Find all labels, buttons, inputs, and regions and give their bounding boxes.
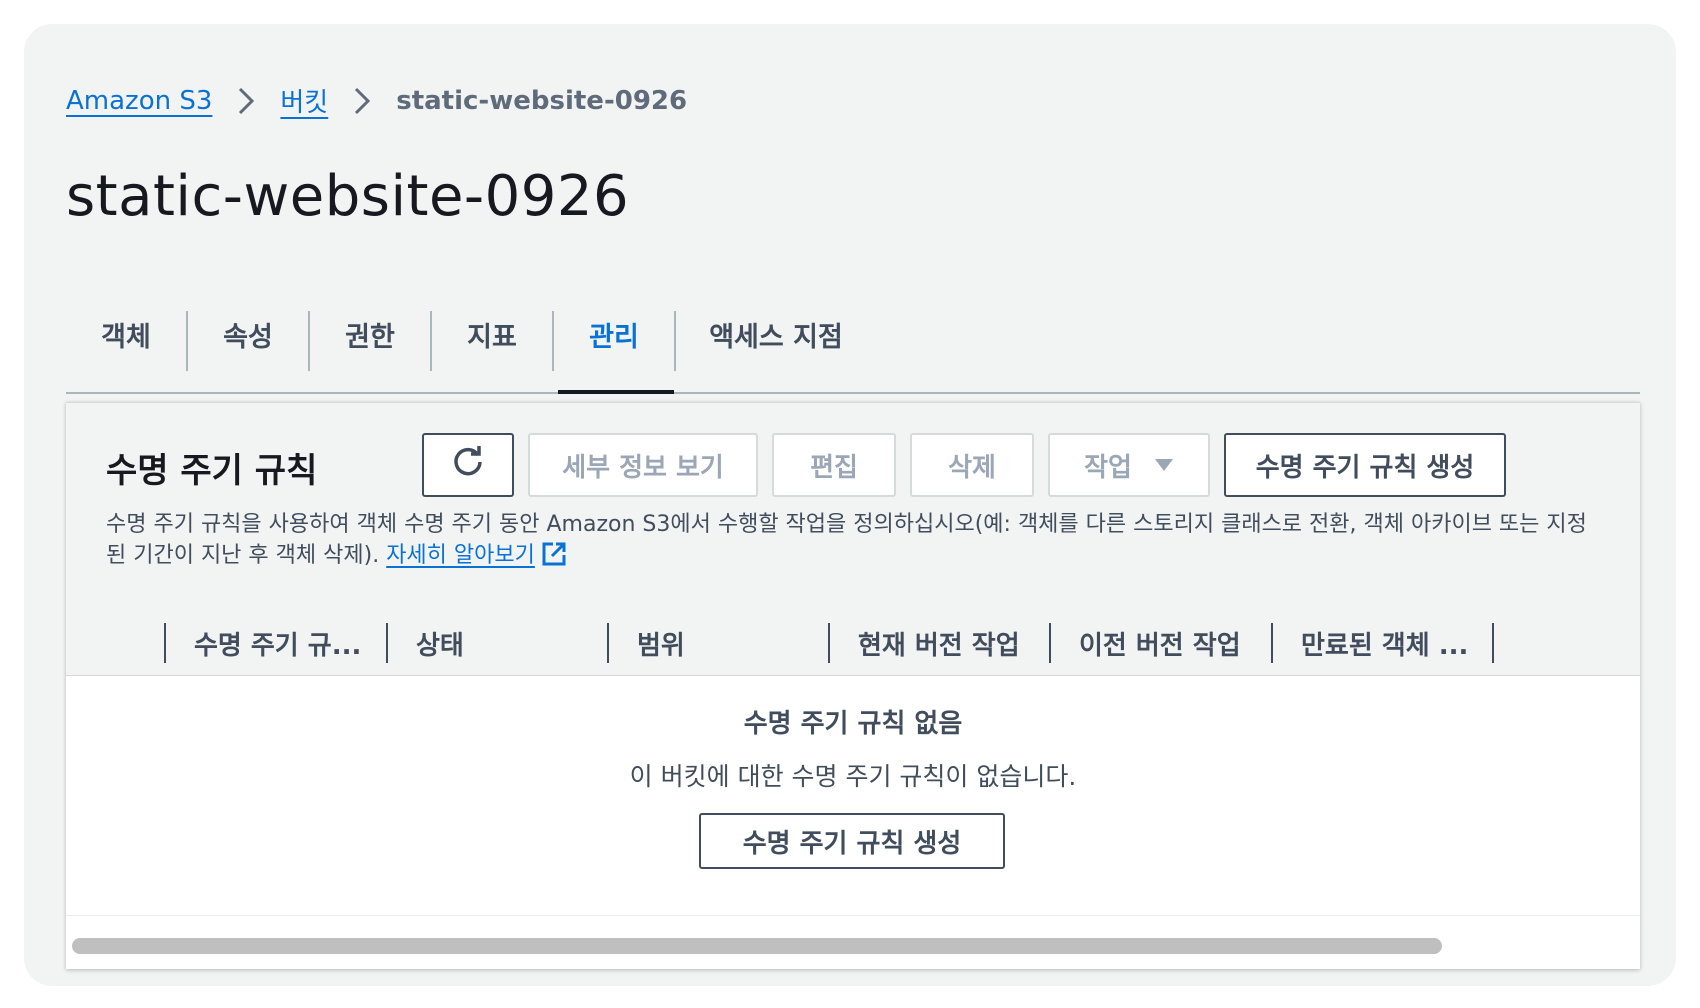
delete-button[interactable]: 삭제: [910, 433, 1034, 497]
chevron-right-icon: [350, 84, 374, 118]
actions-dropdown-button[interactable]: 작업: [1048, 433, 1210, 497]
learn-more-link[interactable]: 자세히 알아보기: [386, 543, 535, 568]
column-divider[interactable]: [1492, 623, 1494, 663]
tab-access-points[interactable]: 액세스 지점: [676, 304, 876, 392]
panel-header: 수명 주기 규칙 세부 정보 보기 편집 삭제 작업 수명 주기 규칙 생성 수…: [66, 403, 1640, 612]
column-header-current-version-actions[interactable]: 현재 버전 작업: [858, 611, 1020, 675]
empty-state-create-button[interactable]: 수명 주기 규칙 생성: [699, 813, 1005, 869]
breadcrumb-buckets[interactable]: 버킷: [280, 82, 328, 119]
tab-properties[interactable]: 속성: [188, 304, 308, 392]
tab-permissions[interactable]: 권한: [310, 304, 430, 392]
table-header: 수명 주기 규... 상태 범위 현재 버전 작업 이전 버전 작업 만료된 객…: [66, 611, 1640, 676]
tab-label: 관리: [589, 321, 639, 353]
caret-down-icon: [1154, 458, 1174, 472]
column-header-scope[interactable]: 범위: [637, 611, 685, 675]
column-header-previous-version-actions[interactable]: 이전 버전 작업: [1079, 611, 1241, 675]
actions-label: 작업: [1084, 452, 1132, 483]
horizontal-scrollbar[interactable]: [66, 915, 1640, 968]
edit-button[interactable]: 편집: [772, 433, 896, 497]
column-divider[interactable]: [386, 623, 388, 663]
panel-description: 수명 주기 규칙을 사용하여 객체 수명 주기 동안 Amazon S3에서 수…: [106, 509, 1606, 576]
column-divider[interactable]: [1271, 623, 1273, 663]
external-link-icon[interactable]: [541, 541, 567, 576]
tab-label: 권한: [345, 321, 395, 353]
tab-management[interactable]: 관리: [554, 304, 674, 394]
create-lifecycle-rule-button[interactable]: 수명 주기 규칙 생성: [1224, 433, 1506, 497]
tab-label: 객체: [101, 321, 151, 353]
column-header-status[interactable]: 상태: [416, 611, 464, 675]
tab-objects[interactable]: 객체: [66, 304, 186, 392]
refresh-icon: [451, 445, 485, 486]
column-divider[interactable]: [607, 623, 609, 663]
lifecycle-rules-panel: 수명 주기 규칙 세부 정보 보기 편집 삭제 작업 수명 주기 규칙 생성 수…: [66, 402, 1640, 969]
column-divider: [164, 623, 166, 663]
panel-title: 수명 주기 규칙: [106, 451, 318, 491]
refresh-button[interactable]: [422, 433, 514, 497]
column-header-expired-objects[interactable]: 만료된 객체 ...: [1301, 611, 1468, 675]
empty-state-description: 이 버킷에 대한 수명 주기 규칙이 없습니다.: [629, 762, 1077, 791]
chevron-right-icon: [234, 84, 258, 118]
page-frame: Amazon S3 버킷 static-website-0926 static-…: [24, 24, 1676, 986]
tab-metrics[interactable]: 지표: [432, 304, 552, 392]
breadcrumb: Amazon S3 버킷 static-website-0926: [66, 82, 687, 119]
tab-label: 속성: [223, 321, 273, 353]
view-details-button[interactable]: 세부 정보 보기: [528, 433, 758, 497]
column-divider[interactable]: [1049, 623, 1051, 663]
description-text: 수명 주기 규칙을 사용하여 객체 수명 주기 동안 Amazon S3에서 수…: [106, 512, 1587, 568]
tab-label: 지표: [467, 321, 517, 353]
column-header-rule-name[interactable]: 수명 주기 규...: [194, 611, 361, 675]
empty-state-title: 수명 주기 규칙 없음: [743, 709, 963, 739]
scrollbar-thumb[interactable]: [72, 938, 1442, 954]
breadcrumb-amazon-s3[interactable]: Amazon S3: [66, 86, 212, 116]
tab-bar: 객체 속성 권한 지표 관리 액세스 지점: [66, 304, 1640, 394]
breadcrumb-current: static-website-0926: [396, 85, 688, 116]
tab-label: 액세스 지점: [709, 321, 843, 353]
page-title: static-website-0926: [66, 164, 630, 229]
column-divider[interactable]: [828, 623, 830, 663]
